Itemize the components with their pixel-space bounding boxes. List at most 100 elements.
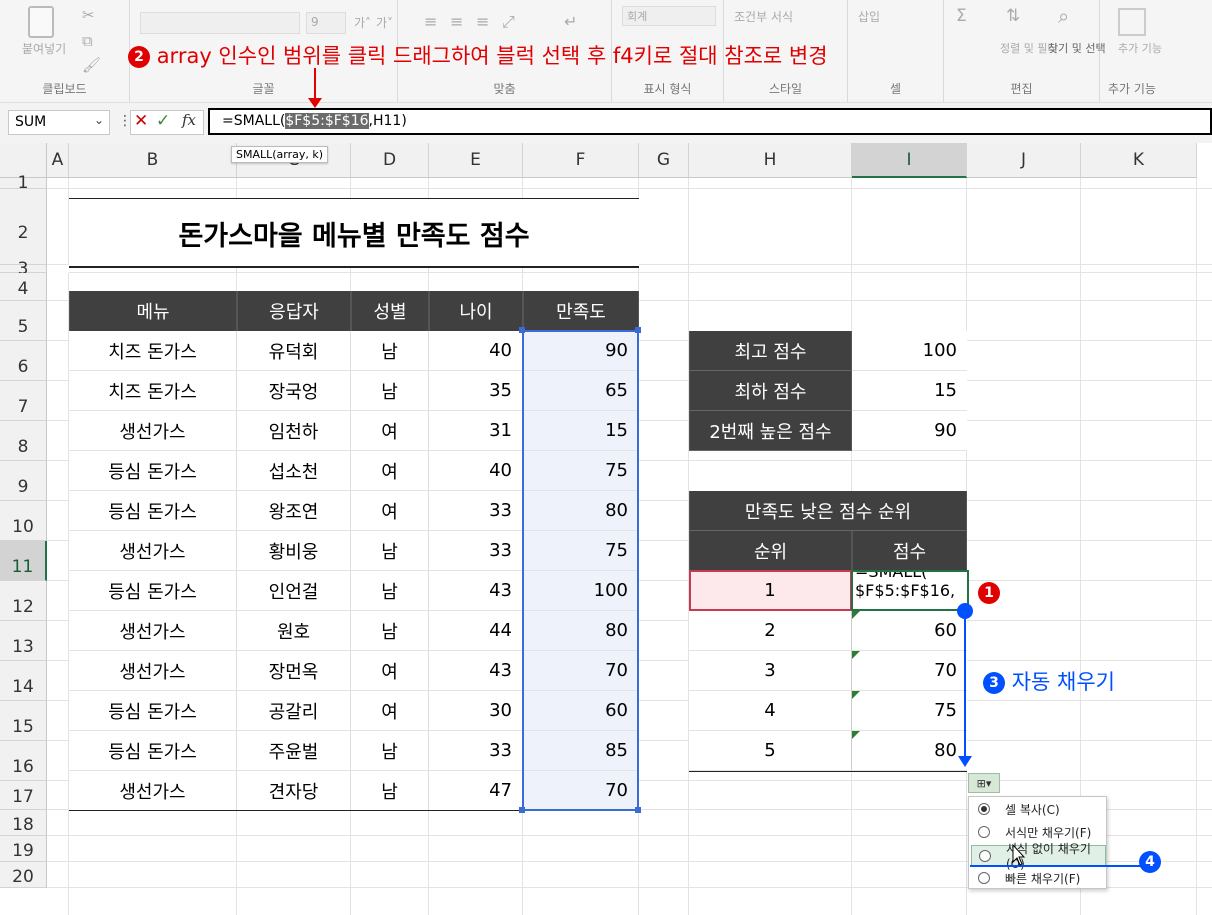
table-cell[interactable]: 30	[429, 691, 523, 731]
paste-icon[interactable]	[28, 6, 54, 38]
table-cell[interactable]: 40	[429, 451, 523, 491]
row-header-8[interactable]: 8	[0, 421, 47, 461]
row-header-18[interactable]: 18	[0, 810, 47, 836]
rank-cell[interactable]: 2	[689, 611, 852, 651]
autofill-option[interactable]: 빠른 채우기(F)	[971, 868, 1106, 889]
row-header-11[interactable]: 11	[0, 541, 47, 581]
chevron-down-icon[interactable]: ⌄	[94, 113, 104, 127]
row-header-6[interactable]: 6	[0, 341, 47, 381]
stat-value[interactable]: 15	[852, 371, 967, 411]
wrap-text-icon[interactable]: ↵	[564, 12, 577, 31]
autosum-icon[interactable]: Σ	[956, 6, 967, 26]
column-header-b[interactable]: B	[69, 143, 237, 178]
align-top-icon[interactable]: ≡	[424, 12, 437, 31]
table-cell[interactable]: 등심 돈가스	[69, 691, 237, 731]
table-cell[interactable]: 등심 돈가스	[69, 491, 237, 531]
addins-icon[interactable]	[1118, 8, 1146, 36]
autofill-option[interactable]: 서식 없이 채우기(O)	[971, 842, 1106, 871]
table-cell[interactable]: 왕조연	[237, 491, 351, 531]
table-cell[interactable]: 원호	[237, 611, 351, 651]
table-cell[interactable]: 남	[351, 531, 429, 571]
insert-button[interactable]: 삽입	[858, 8, 880, 25]
score-cell[interactable]: 70	[852, 651, 967, 691]
table-cell[interactable]: 장국엉	[237, 371, 351, 411]
row-header-3[interactable]: 3	[0, 261, 47, 278]
table-cell[interactable]: 여	[351, 491, 429, 531]
table-cell[interactable]: 여	[351, 651, 429, 691]
table-cell[interactable]: 남	[351, 611, 429, 651]
table-cell[interactable]: 여	[351, 411, 429, 451]
rank-cell[interactable]: 4	[689, 691, 852, 731]
table-cell[interactable]: 35	[429, 371, 523, 411]
row-header-9[interactable]: 9	[0, 461, 47, 501]
score-cell[interactable]: 75	[852, 691, 967, 731]
font-size-dropdown[interactable]: 9	[306, 12, 346, 34]
range-handle[interactable]	[635, 807, 641, 813]
orientation-icon[interactable]: ⤢	[502, 12, 515, 32]
row-header-1[interactable]: 1	[0, 175, 47, 192]
row-header-14[interactable]: 14	[0, 661, 47, 701]
row-header-7[interactable]: 7	[0, 381, 47, 421]
table-cell[interactable]: 생선가스	[69, 531, 237, 571]
table-cell[interactable]: 40	[429, 331, 523, 371]
table-cell[interactable]: 여	[351, 691, 429, 731]
table-cell[interactable]: 44	[429, 611, 523, 651]
enter-icon[interactable]: ✓	[156, 111, 170, 131]
table-cell[interactable]: 등심 돈가스	[69, 451, 237, 491]
column-header-g[interactable]: G	[639, 143, 689, 178]
table-cell[interactable]: 견자당	[237, 771, 351, 811]
rank-cell[interactable]: 3	[689, 651, 852, 691]
row-header-15[interactable]: 15	[0, 701, 47, 741]
table-cell[interactable]: 공갈리	[237, 691, 351, 731]
table-cell[interactable]: 생선가스	[69, 651, 237, 691]
score-cell[interactable]: 60	[852, 611, 967, 651]
find-select-icon[interactable]: ⌕	[1058, 4, 1069, 28]
table-cell[interactable]: 치즈 돈가스	[69, 331, 237, 371]
cancel-icon[interactable]: ✕	[134, 111, 148, 131]
cut-icon[interactable]: ✂	[82, 6, 95, 24]
table-cell[interactable]: 남	[351, 331, 429, 371]
row-header-20[interactable]: 20	[0, 862, 47, 888]
rank-cell[interactable]: 5	[689, 731, 852, 771]
autofill-options-button[interactable]: ⊞▾	[968, 773, 1000, 793]
table-cell[interactable]: 생선가스	[69, 411, 237, 451]
table-cell[interactable]: 33	[429, 531, 523, 571]
sort-filter-icon[interactable]: ⇅	[1006, 6, 1020, 26]
table-cell[interactable]: 남	[351, 571, 429, 611]
range-handle[interactable]	[519, 327, 525, 333]
find-select-button[interactable]: 찾기 및 선택	[1048, 40, 1106, 56]
font-shrink-button[interactable]: 가˅	[376, 14, 393, 31]
column-header-h[interactable]: H	[689, 143, 852, 178]
format-painter-icon[interactable]: 🖌	[82, 56, 101, 74]
array-range-selection[interactable]	[522, 330, 639, 811]
stat-value[interactable]: 90	[852, 411, 967, 451]
table-cell[interactable]: 47	[429, 771, 523, 811]
formula-input[interactable]: =SMALL($F$5:$F$16,H11)	[208, 108, 1212, 135]
table-cell[interactable]: 유덕회	[237, 331, 351, 371]
table-cell[interactable]: 생선가스	[69, 771, 237, 811]
column-header-i[interactable]: I	[852, 143, 967, 178]
conditional-formatting-button[interactable]: 조건부 서식	[734, 8, 793, 25]
column-header-k[interactable]: K	[1081, 143, 1197, 178]
align-bottom-icon[interactable]: ≡	[476, 12, 489, 31]
table-cell[interactable]: 여	[351, 451, 429, 491]
row-header-4[interactable]: 4	[0, 273, 47, 301]
stat-value[interactable]: 100	[852, 331, 967, 371]
autofill-option[interactable]: 셀 복사(C)	[971, 799, 1106, 820]
range-handle[interactable]	[519, 807, 525, 813]
row-header-2[interactable]: 2	[0, 189, 47, 265]
row-header-5[interactable]: 5	[0, 301, 47, 341]
range-handle[interactable]	[635, 327, 641, 333]
table-cell[interactable]: 황비웅	[237, 531, 351, 571]
table-cell[interactable]: 남	[351, 371, 429, 411]
row-header-10[interactable]: 10	[0, 501, 47, 541]
table-cell[interactable]: 31	[429, 411, 523, 451]
row-header-12[interactable]: 12	[0, 581, 47, 621]
column-header-j[interactable]: J	[967, 143, 1081, 178]
number-format-dropdown[interactable]: 회계	[622, 6, 716, 26]
score-cell[interactable]: 80	[852, 731, 967, 771]
table-cell[interactable]: 생선가스	[69, 611, 237, 651]
column-header-a[interactable]: A	[47, 143, 69, 178]
copy-icon[interactable]: ⧉	[82, 32, 93, 50]
table-cell[interactable]: 임천하	[237, 411, 351, 451]
